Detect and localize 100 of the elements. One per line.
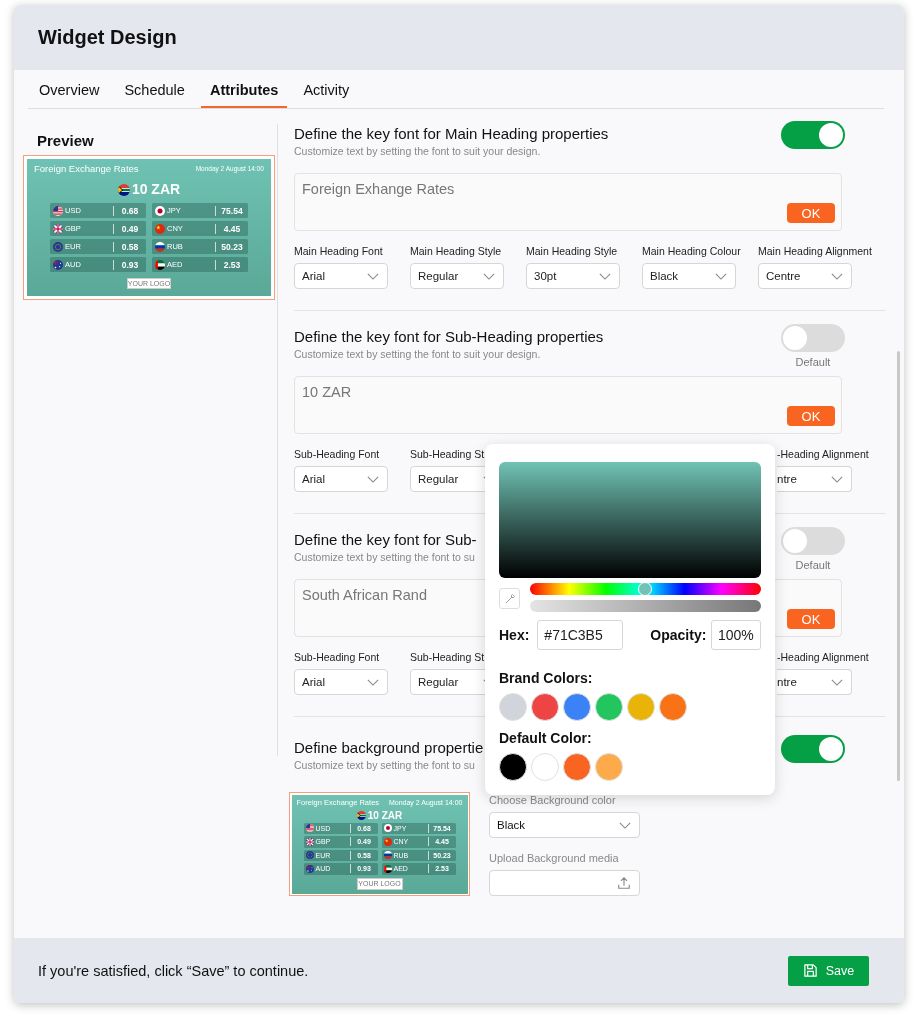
rate-value: 0.68 <box>113 205 146 216</box>
field-value: South African Rand <box>302 587 427 603</box>
flag-icon <box>383 851 392 860</box>
color-swatch[interactable] <box>595 693 623 721</box>
tab[interactable]: Attributes <box>200 82 288 108</box>
dropdown[interactable]: Arial <box>294 466 388 492</box>
eyedropper-icon <box>503 592 516 605</box>
chevron-icon <box>367 678 379 686</box>
upload-field[interactable] <box>489 870 640 896</box>
chevron-icon <box>831 272 843 280</box>
text-field[interactable]: 10 ZAR OK <box>294 376 842 434</box>
section-title: Define background propertie <box>294 739 484 757</box>
chevron-icon <box>831 678 843 686</box>
flag-icon <box>155 241 165 252</box>
flag-icon <box>305 851 314 860</box>
toggle-switch[interactable] <box>781 735 845 763</box>
hue-slider[interactable] <box>530 583 761 595</box>
field-label: -Heading Alignment <box>777 651 870 663</box>
flag-icon <box>53 205 63 216</box>
opacity-label: Opacity: <box>650 627 707 643</box>
chevron-icon <box>367 475 379 483</box>
flag-icon <box>383 864 392 873</box>
field-label: Main Heading Style <box>410 245 503 257</box>
text-field[interactable]: Foreign Exhange Rates OK <box>294 173 842 231</box>
opacity-gradient-bar[interactable] <box>530 600 761 612</box>
field-value: 10 ZAR <box>302 384 352 400</box>
default-color-label: Default Color: <box>499 730 593 746</box>
dropdown[interactable]: Arial <box>294 669 388 695</box>
flag-icon <box>155 223 165 234</box>
chevron-icon <box>831 475 843 483</box>
color-swatch[interactable] <box>563 693 591 721</box>
widget-amount: 10 ZAR <box>131 182 181 197</box>
dropdown[interactable]: Arial <box>294 263 388 289</box>
field-label: Main Heading Style <box>526 245 619 257</box>
page-title: Widget Design <box>38 26 177 49</box>
field-label: Main Heading Font <box>294 245 384 257</box>
color-swatch[interactable] <box>531 753 559 781</box>
chevron-icon <box>599 272 611 280</box>
field-label: Sub-Heading Font <box>294 651 381 663</box>
dropdown[interactable]: Black <box>489 812 640 838</box>
flag-icon <box>383 824 392 833</box>
color-gradient-area[interactable] <box>499 462 761 578</box>
preview-label: Preview <box>37 132 95 149</box>
section-title: Define the key font for Sub-Heading properties <box>294 328 604 346</box>
field-label: Sub-Heading Font <box>294 448 381 460</box>
hex-label: Hex: <box>499 627 530 643</box>
color-swatch[interactable] <box>659 693 687 721</box>
dropdown[interactable]: 30pt <box>526 263 620 289</box>
flag-icon <box>356 810 366 820</box>
toggle-switch[interactable] <box>781 324 845 352</box>
flag-icon <box>155 259 165 270</box>
rate-value: 0.49 <box>113 223 146 234</box>
flag-icon <box>155 205 165 216</box>
rate-value: 0.93 <box>113 259 146 270</box>
dropdown[interactable]: ntre <box>777 669 852 695</box>
dropdown[interactable]: Black <box>642 263 736 289</box>
toggle-switch[interactable] <box>781 527 845 555</box>
toggle-caption: Default <box>795 559 831 571</box>
dropdown[interactable]: ntre <box>777 466 852 492</box>
field-label: Choose Background color <box>489 794 617 806</box>
rate-value: 0.58 <box>113 241 146 252</box>
field-label: Sub-Heading St <box>410 448 486 460</box>
opacity-input[interactable]: 100% <box>711 620 761 650</box>
save-icon <box>802 963 818 978</box>
widget-amount: 10 ZAR <box>367 809 403 821</box>
chevron-icon <box>483 272 495 280</box>
rate-value: 2.53 <box>215 259 248 270</box>
toggle-switch[interactable] <box>781 121 845 149</box>
eyedropper-button[interactable] <box>499 588 520 609</box>
color-swatch[interactable] <box>563 753 591 781</box>
footer-message: If you're satisfied, click “Save” to continue. <box>38 962 309 979</box>
color-swatch[interactable] <box>595 753 623 781</box>
field-label: Upload Background media <box>489 852 620 864</box>
color-swatch[interactable] <box>499 753 527 781</box>
flag-icon <box>117 183 130 196</box>
flag-icon <box>383 837 392 846</box>
hex-input[interactable]: #71C3B5 <box>537 620 624 650</box>
dropdown[interactable]: Centre <box>758 263 852 289</box>
field-label: Main Heading Alignment <box>758 245 873 257</box>
tab[interactable]: Overview <box>30 82 109 108</box>
color-swatch[interactable] <box>531 693 559 721</box>
upload-icon <box>617 876 631 890</box>
section-description: Customize text by setting the font to su <box>294 759 476 771</box>
flag-icon <box>53 223 63 234</box>
field-label: -Heading Alignment <box>777 448 870 460</box>
color-swatch[interactable] <box>499 693 527 721</box>
chevron-icon <box>619 821 631 829</box>
flag-icon <box>305 837 314 846</box>
scrollbar[interactable] <box>897 351 900 781</box>
dropdown[interactable]: Regular <box>410 263 504 289</box>
section-title: Define the key font for Sub- <box>294 531 477 549</box>
chevron-icon <box>715 272 727 280</box>
slider-thumb[interactable] <box>637 582 652 596</box>
chevron-icon <box>367 272 379 280</box>
tab[interactable]: Schedule <box>115 82 194 108</box>
toggle-caption: Default <box>795 356 831 368</box>
color-swatch[interactable] <box>627 693 655 721</box>
rate-value: 75.54 <box>215 205 248 216</box>
tab[interactable]: Activity <box>294 82 359 108</box>
flag-icon <box>305 824 314 833</box>
